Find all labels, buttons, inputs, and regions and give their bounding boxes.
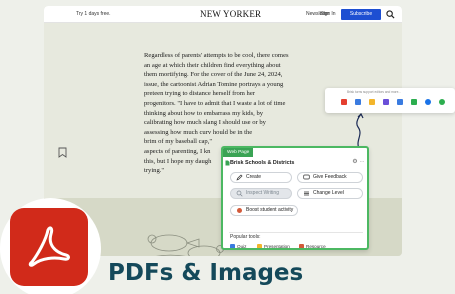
inspect-writing-button[interactable]: Inspect Writing bbox=[230, 188, 292, 199]
boost-student-activity-button[interactable]: Boost student activity bbox=[230, 205, 298, 216]
subscribe-button[interactable]: Subscribe bbox=[341, 9, 381, 20]
slides-icon[interactable] bbox=[369, 99, 375, 105]
resource-label: Resource bbox=[306, 244, 326, 249]
chrome-icon[interactable] bbox=[425, 99, 431, 105]
pencil-icon bbox=[236, 174, 243, 181]
docs-icon[interactable] bbox=[355, 99, 361, 105]
presentation-icon bbox=[257, 244, 262, 248]
resource-chip[interactable]: Resource bbox=[299, 243, 326, 249]
trial-link[interactable]: Try 1 days free. bbox=[76, 11, 111, 17]
change-level-label: Change Level bbox=[313, 190, 344, 196]
youtube-icon[interactable] bbox=[341, 99, 347, 105]
signin-link[interactable]: Sign In bbox=[320, 11, 336, 17]
create-label: Create bbox=[246, 174, 262, 180]
boost-icon bbox=[237, 208, 242, 213]
level-icon bbox=[304, 191, 309, 196]
panel-divider bbox=[229, 232, 363, 233]
presentation-chip[interactable]: Presentation bbox=[257, 243, 290, 249]
toolbar-tip: Brisk turns support editors and more... bbox=[347, 90, 402, 94]
give-feedback-button[interactable]: Give Feedback bbox=[297, 172, 363, 183]
stage: Try 1 days free. NEW YORKER Newsletter S… bbox=[0, 0, 455, 294]
search-icon[interactable] bbox=[386, 10, 395, 19]
site-header: Try 1 days free. NEW YORKER Newsletter S… bbox=[44, 6, 402, 23]
change-level-button[interactable]: Change Level bbox=[297, 188, 363, 199]
ellipsis-icon[interactable]: ⋯ bbox=[358, 159, 366, 166]
adobe-acrobat-icon bbox=[28, 226, 70, 267]
site-logo[interactable]: NEW YORKER bbox=[200, 9, 261, 19]
quiz-icon bbox=[230, 244, 235, 248]
adobe-acrobat-badge bbox=[10, 208, 88, 286]
feedback-icon bbox=[303, 174, 310, 180]
sheets-icon[interactable] bbox=[411, 99, 417, 105]
magnifier-icon bbox=[236, 190, 243, 197]
quiz-label: Quiz bbox=[237, 244, 247, 249]
panel-tag: Web Page bbox=[223, 148, 254, 157]
word-icon[interactable] bbox=[397, 99, 403, 105]
presentation-label: Presentation bbox=[264, 244, 290, 249]
create-button[interactable]: Create bbox=[230, 172, 292, 183]
forms-icon[interactable] bbox=[383, 99, 389, 105]
popular-tools-label: Popular tools: bbox=[230, 234, 261, 240]
caption-title: PDFs & Images bbox=[108, 260, 304, 286]
panel-title: Brisk Schools & Districts bbox=[230, 160, 295, 166]
boost-label: Boost student activity bbox=[246, 207, 294, 213]
give-feedback-label: Give Feedback bbox=[313, 174, 347, 180]
brisk-panel: Web Page Brisk Schools & Districts ⚙ ⋯ C… bbox=[221, 146, 369, 250]
resource-icon bbox=[299, 244, 304, 248]
inspect-writing-label: Inspect Writing bbox=[246, 190, 279, 196]
quiz-chip[interactable]: Quiz bbox=[230, 243, 247, 249]
edge-icon[interactable] bbox=[439, 99, 445, 105]
bookmark-icon[interactable] bbox=[58, 147, 67, 158]
floating-toolbar: Brisk turns support editors and more... bbox=[325, 88, 455, 113]
